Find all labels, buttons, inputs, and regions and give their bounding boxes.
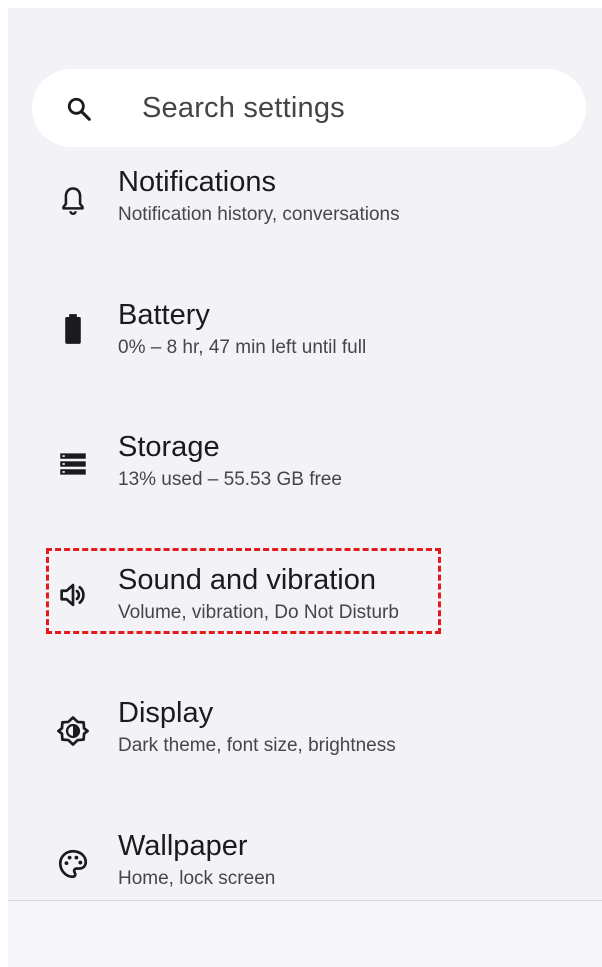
item-subtitle: Home, lock screen — [118, 868, 276, 889]
settings-item-display[interactable]: Display Dark theme, font size, brightnes… — [8, 697, 602, 787]
palette-icon — [58, 849, 88, 879]
search-placeholder: Search settings — [142, 91, 345, 124]
item-title: Notifications — [118, 166, 276, 198]
settings-item-notifications[interactable]: Notifications Notification history, conv… — [8, 166, 602, 256]
item-title: Wallpaper — [118, 830, 248, 862]
bottom-area — [8, 901, 602, 967]
settings-screen: Search settings Notifications Notificati… — [8, 8, 602, 967]
bell-icon — [62, 187, 84, 215]
item-title: Battery — [118, 299, 210, 331]
item-subtitle: 13% used – 55.53 GB free — [118, 469, 342, 490]
highlight-box — [46, 548, 441, 634]
item-title: Display — [118, 697, 214, 729]
settings-item-storage[interactable]: Storage 13% used – 55.53 GB free — [8, 431, 602, 521]
search-icon — [67, 97, 91, 121]
item-subtitle: 0% – 8 hr, 47 min left until full — [118, 337, 367, 358]
item-title: Storage — [118, 431, 220, 463]
item-subtitle: Dark theme, font size, brightness — [118, 735, 396, 756]
storage-icon — [60, 453, 86, 475]
settings-item-battery[interactable]: Battery 0% – 8 hr, 47 min left until ful… — [8, 299, 602, 389]
search-bar[interactable]: Search settings — [32, 69, 586, 147]
item-subtitle: Notification history, conversations — [118, 204, 400, 225]
display-brightness-icon — [57, 716, 89, 746]
battery-icon — [65, 314, 81, 344]
